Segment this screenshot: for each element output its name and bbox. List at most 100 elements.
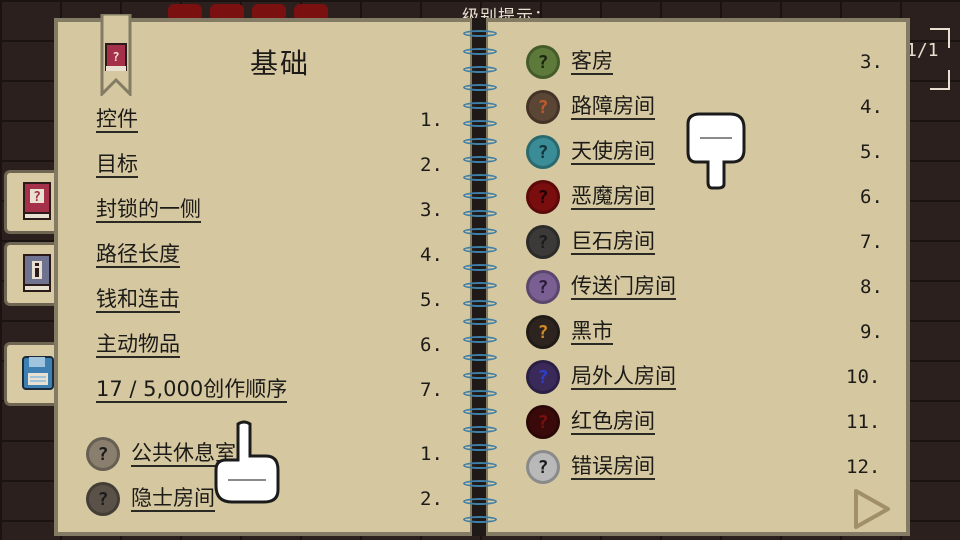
entry-number: 2. xyxy=(420,154,443,176)
entry-label: 传送门房间 xyxy=(571,274,676,301)
binding-ring xyxy=(463,102,497,109)
binding-ring xyxy=(463,354,497,361)
entry-label: 控件 xyxy=(96,107,138,134)
tutorial-entry[interactable]: ? 错误房间 xyxy=(526,450,655,484)
tutorial-entry[interactable]: ? 隐士房间 xyxy=(86,482,215,516)
entry-number: 6. xyxy=(860,186,883,208)
info-book-icon xyxy=(23,254,51,292)
binding-ring xyxy=(463,318,497,325)
room-sticker-icon: ? xyxy=(526,180,560,214)
hand-cursor-icon xyxy=(214,420,280,504)
tutorial-entry[interactable]: ? 巨石房间 xyxy=(526,225,655,259)
entry-number: 6. xyxy=(420,334,443,356)
entry-number: 4. xyxy=(420,244,443,266)
binding-ring xyxy=(463,426,497,433)
tutorial-entry[interactable]: 主动物品 xyxy=(96,329,180,361)
tutorial-entry[interactable]: ? 路障房间 xyxy=(526,90,655,124)
svg-text:?: ? xyxy=(33,190,41,205)
tutorial-entry[interactable]: 目标 xyxy=(96,149,138,181)
notebook-spine xyxy=(472,18,486,536)
room-sticker-icon: ? xyxy=(526,135,560,169)
tutorial-entry[interactable]: 路径长度 xyxy=(96,239,180,271)
room-sticker-icon: ? xyxy=(526,360,560,394)
tutorial-entry[interactable]: 封锁的一侧 xyxy=(96,194,201,226)
next-page-arrow-icon[interactable] xyxy=(852,488,892,530)
binding-ring xyxy=(463,390,497,397)
entry-label: 黑市 xyxy=(571,319,613,346)
room-sticker-icon: ? xyxy=(526,270,560,304)
binding-ring xyxy=(463,174,497,181)
room-sticker-icon: ? xyxy=(526,315,560,349)
entry-label: 天使房间 xyxy=(571,139,655,166)
binding-ring xyxy=(463,444,497,451)
heart-icon xyxy=(168,4,202,18)
entry-number: 1. xyxy=(420,443,443,465)
binding-ring xyxy=(463,300,497,307)
entry-number: 3. xyxy=(420,199,443,221)
room-sticker-icon: ? xyxy=(86,482,120,516)
binding-ring xyxy=(463,480,497,487)
binding-ring xyxy=(463,138,497,145)
entry-number: 5. xyxy=(860,141,883,163)
binding-ring xyxy=(463,120,497,127)
binding-ring xyxy=(463,282,497,289)
heart-icon xyxy=(210,4,244,18)
binding-ring xyxy=(463,30,497,37)
heart-icon xyxy=(252,4,286,18)
entry-label: 恶魔房间 xyxy=(571,184,655,211)
entry-label: 路障房间 xyxy=(571,94,655,121)
entry-number: 8. xyxy=(860,276,883,298)
entry-number: 5. xyxy=(420,289,443,311)
entry-label: 路径长度 xyxy=(96,242,180,269)
entry-number: 2. xyxy=(420,488,443,510)
tutorial-entry[interactable]: ? 传送门房间 xyxy=(526,270,676,304)
help-book-icon: ? xyxy=(23,182,51,220)
room-sticker-icon: ? xyxy=(526,450,560,484)
binding-ring xyxy=(463,372,497,379)
entry-label: 错误房间 xyxy=(571,454,655,481)
tutorial-entry[interactable]: ? 恶魔房间 xyxy=(526,180,655,214)
entry-label: 红色房间 xyxy=(571,409,655,436)
tutorial-entry[interactable]: 钱和连击 xyxy=(96,284,180,316)
binding-ring xyxy=(463,156,497,163)
binding-ring xyxy=(463,192,497,199)
binding-ring xyxy=(463,462,497,469)
room-sticker-icon: ? xyxy=(86,437,120,471)
tutorial-entry[interactable]: ? 局外人房间 xyxy=(526,360,676,394)
entry-label: 封锁的一侧 xyxy=(96,197,201,224)
entry-label: 局外人房间 xyxy=(571,364,676,391)
binding-ring xyxy=(463,66,497,73)
entry-number: 3. xyxy=(860,51,883,73)
entry-number: 1. xyxy=(420,109,443,131)
binding-ring xyxy=(463,246,497,253)
binding-ring xyxy=(463,48,497,55)
entry-number: 11. xyxy=(846,411,881,433)
tutorial-entry[interactable]: ? 客房 xyxy=(526,45,613,79)
corner-bracket xyxy=(930,28,950,48)
entry-number: 4. xyxy=(860,96,883,118)
room-sticker-icon: ? xyxy=(526,45,560,79)
entry-label: 主动物品 xyxy=(96,332,180,359)
tutorial-entry[interactable]: ? 天使房间 xyxy=(526,135,655,169)
entry-label: 钱和连击 xyxy=(96,287,180,314)
tutorial-entry[interactable]: 17 / 5,000创作顺序 xyxy=(96,374,288,406)
entry-label: 17 / 5,000创作顺序 xyxy=(96,377,288,404)
page-title: 基础 xyxy=(250,47,311,80)
tutorial-entry[interactable]: ? 红色房间 xyxy=(526,405,655,439)
entry-number: 7. xyxy=(860,231,883,253)
entry-label: 目标 xyxy=(96,152,138,179)
tutorial-entry[interactable]: 控件 xyxy=(96,104,138,136)
entry-label: 巨石房间 xyxy=(571,229,655,256)
tutorial-entry[interactable]: ? 黑市 xyxy=(526,315,613,349)
binding-ring xyxy=(463,498,497,505)
svg-text:?: ? xyxy=(112,50,119,64)
health-hearts xyxy=(168,4,328,18)
entry-number: 12. xyxy=(846,456,881,478)
binding-ring xyxy=(463,408,497,415)
room-sticker-icon: ? xyxy=(526,90,560,124)
room-sticker-icon: ? xyxy=(526,225,560,259)
hand-cursor-icon xyxy=(686,112,746,190)
entry-label: 隐士房间 xyxy=(131,486,215,513)
binding-ring xyxy=(463,210,497,217)
entry-number: 7. xyxy=(420,379,443,401)
